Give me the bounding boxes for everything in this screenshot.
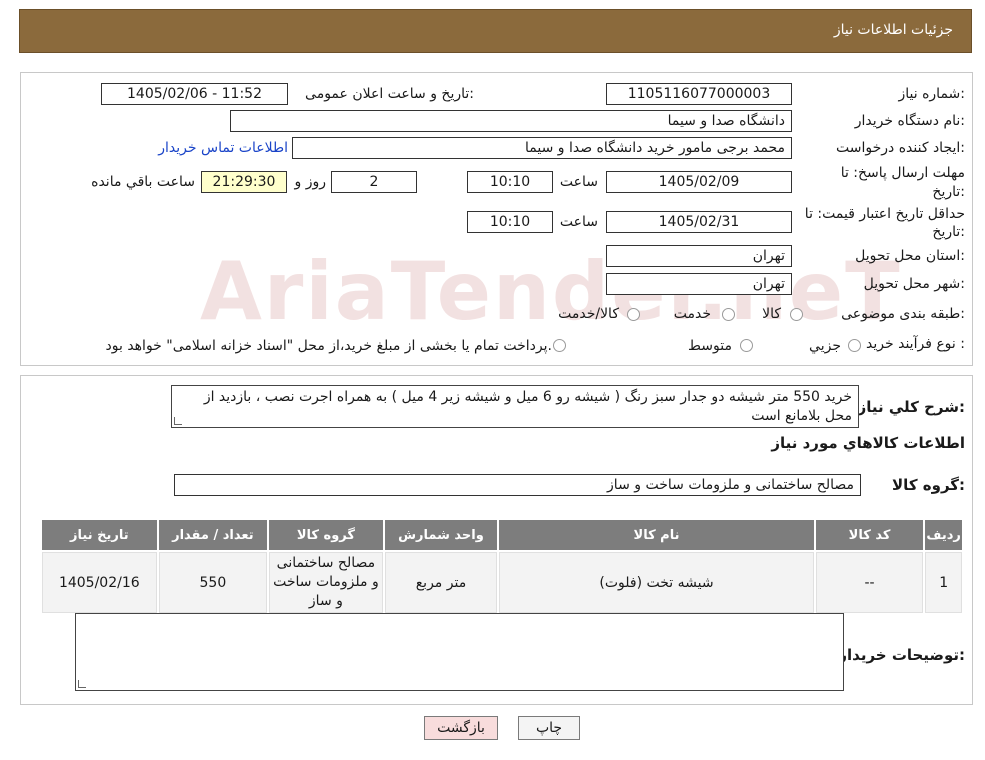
description-label: شرح كلي نياز: [857,398,965,416]
watermark-logo: AriaTender.neT [200,245,902,338]
remaining-time-field: 21:29:30 [201,171,287,193]
process-radio-minor[interactable] [848,339,861,352]
category-radio-service[interactable] [722,308,735,321]
category-option-service-label: خدمت [673,306,711,322]
validity-time-label: ساعت [559,214,598,230]
goods-group-label: گروه کالا: [892,476,965,494]
validity-time-field: 10:10 [467,211,553,233]
goods-table: رديف کد کالا نام کالا واحد شمارش گروه کا… [40,518,964,615]
resize-handle-icon[interactable] [78,680,86,688]
city-field: تهران [606,273,792,295]
deadline-date-field: 1405/02/09 [606,171,792,193]
buyer-org-field: دانشگاه صدا و سیما [230,110,792,132]
process-label: نوع فرآیند خرید : [866,336,965,352]
col-header-quantity: تعداد / مقدار [158,520,268,550]
cell-name: شیشه تخت (فلوت) [499,552,814,613]
deadline-time-field: 10:10 [467,171,553,193]
buyer-notes-textarea[interactable] [75,613,844,691]
process-note: پرداخت تمام یا بخشی از مبلغ خرید،از محل … [105,338,552,354]
validity-date-field: 1405/02/31 [606,211,792,233]
province-label: استان محل تحویل: [855,248,965,264]
need-number-label: شماره نیاز: [898,86,965,102]
cell-unit: متر مربع [384,552,498,613]
col-header-code: کد کالا [815,520,924,550]
col-header-row-number: رديف [925,520,962,550]
announce-field: 1405/02/06 - 11:52 [101,83,288,105]
col-header-unit: واحد شمارش [384,520,498,550]
days-field: 2 [331,171,417,193]
need-number-field: 1105116077000003 [606,83,792,105]
description-text: خرید 550 متر شیشه دو جدار سبز رنگ ( شیشه… [203,389,852,424]
buyer-contact-link[interactable]: اطلاعات تماس خریدار [158,140,288,156]
deadline-label: مهلت ارسال پاسخ: تا [840,165,965,181]
validity-label-line2: تاریخ: [932,224,965,240]
treasury-bonds-radio[interactable] [553,339,566,352]
description-textarea[interactable]: خرید 550 متر شیشه دو جدار سبز رنگ ( شیشه… [171,385,859,428]
col-header-date: تاریخ نیاز [42,520,157,550]
cell-quantity: 550 [158,552,268,613]
validity-label: حداقل تاریخ اعتبار قیمت: تا [804,206,965,222]
resize-handle-icon[interactable] [174,417,182,425]
requester-field: محمد برجی مامور خرید دانشگاه صدا و سیما [292,137,792,159]
days-label: روز و [294,174,327,190]
cell-date: 1405/02/16 [42,552,157,613]
page-header: جزئیات اطلاعات نیاز [19,9,972,53]
category-radio-both[interactable] [627,308,640,321]
table-row: 1 -- شیشه تخت (فلوت) متر مربع مصالح ساخت… [42,552,962,613]
cell-code: -- [815,552,924,613]
process-option-minor-label: جزيي [809,338,841,354]
category-option-goods-label: کالا [762,306,781,322]
remaining-time-label: ساعت باقي مانده [91,174,195,190]
goods-group-field: مصالح ساختمانی و ملزومات ساخت و ساز [174,474,861,496]
page-title: جزئیات اطلاعات نیاز [833,22,953,38]
city-label: شهر محل تحویل: [863,276,965,292]
back-button[interactable]: بازگشت [424,716,498,740]
deadline-time-label: ساعت [559,174,598,190]
col-header-name: نام کالا [499,520,814,550]
buyer-notes-label: توضیحات خریدار: [838,646,965,664]
buyer-org-label: نام دستگاه خریدار: [854,113,965,129]
category-radio-goods[interactable] [790,308,803,321]
table-header-row: رديف کد کالا نام کالا واحد شمارش گروه کا… [42,520,962,550]
category-label: طبقه بندی موضوعی: [841,306,965,322]
requester-label: ایجاد کننده درخواست: [836,140,965,156]
process-radio-medium[interactable] [740,339,753,352]
process-option-medium-label: متوسط [688,338,732,354]
province-field: تهران [606,245,792,267]
col-header-group: گروه کالا [269,520,383,550]
cell-row-number: 1 [925,552,962,613]
announce-label: تاریخ و ساعت اعلان عمومی: [305,86,474,102]
category-option-both-label: کالا/خدمت [558,306,619,322]
goods-info-title: اطلاعات كالاهاي مورد نياز [771,434,965,452]
deadline-label-line2: تاریخ: [932,184,965,200]
cell-group: مصالح ساختمانی و ملزومات ساخت و ساز [269,552,383,613]
print-button[interactable]: چاپ [518,716,580,740]
